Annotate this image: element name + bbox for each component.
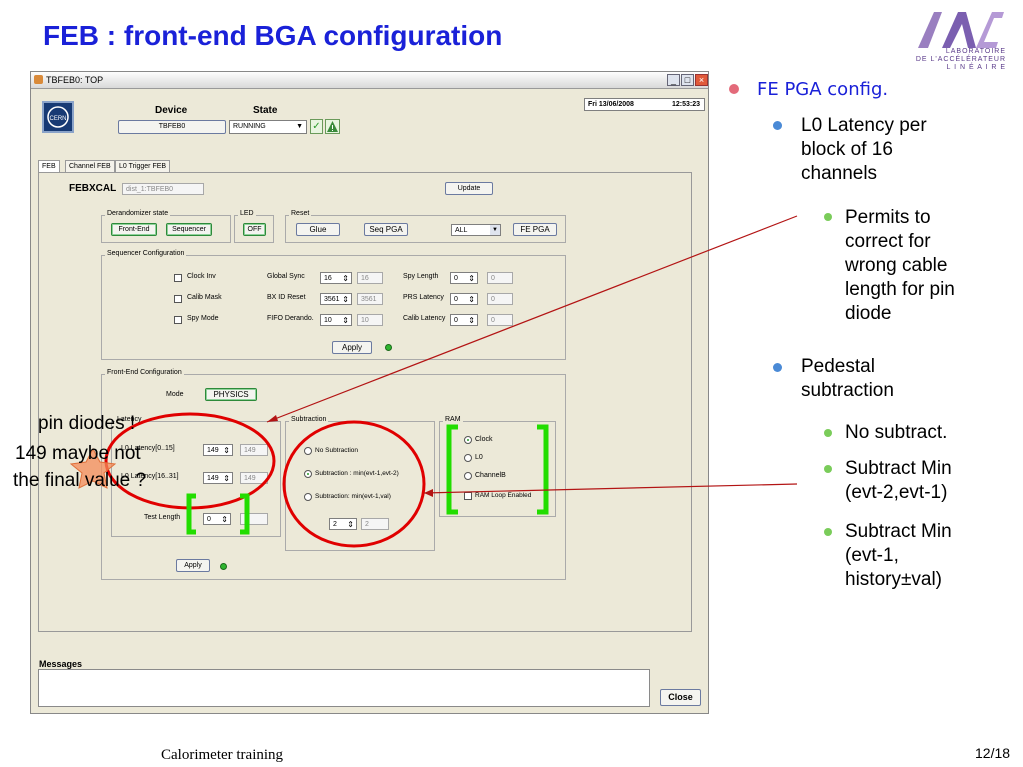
bullet-dot-level1 — [729, 84, 739, 94]
bullet-sub-min-1: Subtract Min (evt-2,evt-1) — [845, 457, 952, 505]
bullet-l0-latency-line-1: L0 Latency per — [801, 115, 927, 136]
arrow-head-pedestal — [424, 489, 433, 497]
bullet-no-subtract: No subtract. — [845, 422, 948, 443]
ram-right-bracket — [537, 424, 549, 515]
bullet-sub-min-1-line-1: Subtract Min — [845, 458, 952, 479]
bullet-sub-min-2: Subtract Min (evt-1, history±val) — [845, 520, 952, 592]
arrow-head-l0-latency — [267, 415, 278, 422]
bullet-pedestal-line-2: subtraction — [801, 380, 894, 401]
bullet-sub-min-2-line-3: history±val) — [845, 569, 943, 590]
test-length-left-bracket — [186, 493, 196, 535]
bullet-sub-min-1-line-2: (evt-2,evt-1) — [845, 482, 948, 503]
bullet-dot-sub-min-2 — [824, 528, 832, 536]
ram-left-bracket — [446, 424, 458, 515]
test-length-right-bracket — [240, 493, 250, 535]
bullet-pedestal-line-1: Pedestal — [801, 356, 875, 377]
page-number: 12/18 — [975, 745, 1011, 761]
bullet-permits-line-3: wrong cable — [845, 255, 948, 276]
bullet-dot-pedestal — [773, 363, 782, 372]
bullet-l0-latency-line-2: block of 16 — [801, 139, 893, 160]
bullet-dot-permits — [824, 213, 832, 221]
annotation-line-1: pin diodes ! — [38, 413, 136, 434]
arrow-l0-latency — [266, 215, 798, 423]
bullet-dot-l0-latency — [773, 121, 782, 130]
annotation-line-2: 149 maybe not — [15, 443, 141, 464]
bullet-permits-line-5: diode — [845, 303, 892, 324]
bullet-dot-sub-min-1 — [824, 465, 832, 473]
bullet-permits-line-1: Permits to — [845, 207, 931, 228]
bullet-pedestal: Pedestal subtraction — [801, 355, 894, 403]
bullet-l0-latency-line-3: channels — [801, 163, 878, 184]
bullet-permits-line-4: length for pin — [845, 279, 955, 300]
bullet-permits-line-2: correct for — [845, 231, 931, 252]
bullet-permits: Permits to correct for wrong cable lengt… — [845, 206, 955, 326]
arrow-pedestal — [423, 483, 798, 494]
annotation-line-3: the final value ? — [13, 470, 147, 491]
bullet-sub-min-2-line-2: (evt-1, — [845, 545, 899, 566]
bullet-l0-latency: L0 Latency per block of 16 channels — [801, 114, 927, 186]
bullet-sub-min-2-line-1: Subtract Min — [845, 521, 952, 542]
subtraction-highlight-circle — [282, 420, 426, 548]
footer-text: Calorimeter training — [161, 747, 284, 763]
bullet-dot-no-subtract — [824, 429, 832, 437]
bullet-fe-pga-config: FE PGA config. — [757, 79, 889, 100]
